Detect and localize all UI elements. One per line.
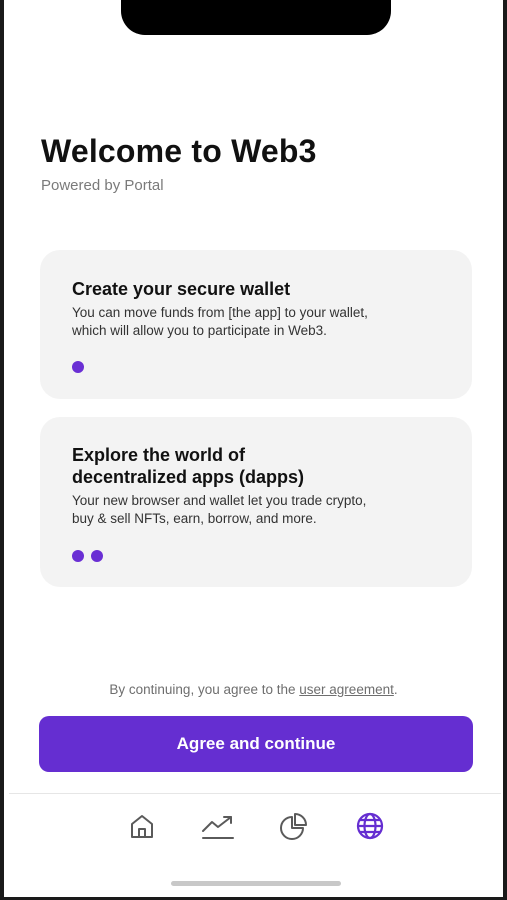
tab-bar-divider: [9, 793, 501, 794]
card-title-line: Explore the world of: [72, 445, 246, 465]
page-title: Welcome to Web3: [41, 133, 317, 169]
device-frame-left: [0, 0, 4, 900]
card-description: Your new browser and wallet let you trad…: [72, 492, 452, 528]
bottom-tab-bar: [0, 806, 507, 846]
tab-web3[interactable]: [350, 806, 390, 846]
card-description-line: buy & sell NFTs, earn, borrow, and more.: [72, 511, 317, 526]
step-indicator: [72, 550, 103, 562]
step-indicator: [72, 361, 84, 373]
pie-chart-icon: [280, 813, 307, 840]
user-agreement-link[interactable]: user agreement: [299, 682, 394, 697]
step-dot: [72, 550, 84, 562]
onboarding-card-wallet: Create your secure wallet You can move f…: [40, 250, 472, 399]
home-icon: [131, 815, 153, 838]
page-subtitle: Powered by Portal: [41, 177, 164, 194]
device-frame-right: [503, 0, 507, 900]
globe-icon: [356, 812, 384, 840]
card-description: You can move funds from [the app] to you…: [72, 304, 452, 340]
agree-and-continue-button[interactable]: Agree and continue: [39, 716, 473, 772]
agreement-prefix: By continuing, you agree to the: [109, 682, 300, 697]
agreement-suffix: .: [393, 682, 398, 697]
card-description-line: which will allow you to participate in W…: [72, 323, 327, 338]
onboarding-card-dapps: Explore the world of decentralized apps …: [40, 417, 472, 587]
home-indicator: [171, 881, 341, 886]
tab-home[interactable]: [122, 806, 162, 846]
card-title-line: decentralized apps (dapps): [72, 467, 305, 487]
trending-chart-icon: [202, 816, 234, 839]
step-dot: [72, 361, 84, 373]
card-description-line: You can move funds from [the app] to you…: [72, 305, 368, 320]
agreement-notice: By continuing, you agree to the user agr…: [0, 682, 507, 697]
device-notch: [121, 0, 391, 35]
card-title: Explore the world of decentralized apps …: [72, 444, 432, 488]
step-dot: [91, 550, 103, 562]
tab-portfolio[interactable]: [274, 806, 314, 846]
card-title: Create your secure wallet: [72, 279, 291, 299]
tab-markets[interactable]: [198, 806, 238, 846]
card-description-line: Your new browser and wallet let you trad…: [72, 493, 367, 508]
